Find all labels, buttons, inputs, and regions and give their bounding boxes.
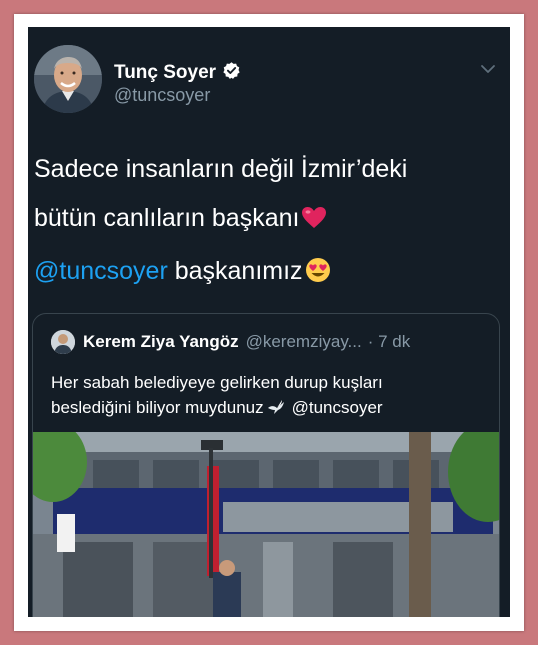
red-heart-icon: [301, 198, 327, 247]
building-street-photo[interactable]: [33, 422, 499, 617]
verified-badge-icon: [222, 61, 241, 85]
quoted-text-line-2-words: beslediğini biliyor muydunuz: [51, 398, 264, 417]
heart-eyes-face-icon: [305, 251, 331, 300]
quoted-author-handle[interactable]: @keremziyay...: [246, 332, 362, 352]
author-name-row[interactable]: Tunç Soyer: [114, 61, 241, 85]
quoted-author-avatar[interactable]: [51, 330, 75, 354]
quoted-text-line-2: beslediğini biliyor muydunuz @tuncsoyer: [51, 395, 481, 423]
author-display-name[interactable]: Tunç Soyer: [114, 62, 216, 84]
dove-icon: [266, 398, 286, 423]
tweet-text-line-2: bütün canlıların başkanı: [34, 194, 494, 247]
quoted-text-line-1: Her sabah belediyeye gelirken durup kuşl…: [51, 373, 383, 392]
quoted-tweet-header: Kerem Ziya Yangöz @keremziyay... · 7 dk: [51, 330, 410, 354]
tweet-text-line-3-words: başkanımız: [167, 257, 303, 285]
author-handle[interactable]: @tuncsoyer: [114, 85, 210, 106]
tweet-text-line-3: @tuncsoyer başkanımız: [34, 247, 494, 300]
tweet-text-line-1: Sadece insanların değil İzmir’deki: [34, 155, 408, 183]
chevron-down-icon[interactable]: [480, 61, 496, 77]
tweet-text: Sadece insanların değil İzmir’deki bütün…: [34, 145, 494, 300]
quoted-tweet-time[interactable]: · 7 dk: [368, 332, 411, 352]
tweet-text-line-2-words: bütün canlıların başkanı: [34, 204, 300, 232]
quoted-tweet-text: Her sabah belediyeye gelirken durup kuşl…: [51, 370, 481, 423]
tweet-card[interactable]: Tunç Soyer @tuncsoyer Sadece insanların …: [28, 27, 510, 617]
author-avatar[interactable]: [34, 45, 102, 113]
quoted-mention-link[interactable]: @tuncsoyer: [292, 398, 383, 417]
quoted-author-name[interactable]: Kerem Ziya Yangöz: [83, 332, 239, 352]
quoted-tweet[interactable]: Kerem Ziya Yangöz @keremziyay... · 7 dk …: [32, 313, 500, 617]
mention-link[interactable]: @tuncsoyer: [34, 257, 168, 285]
